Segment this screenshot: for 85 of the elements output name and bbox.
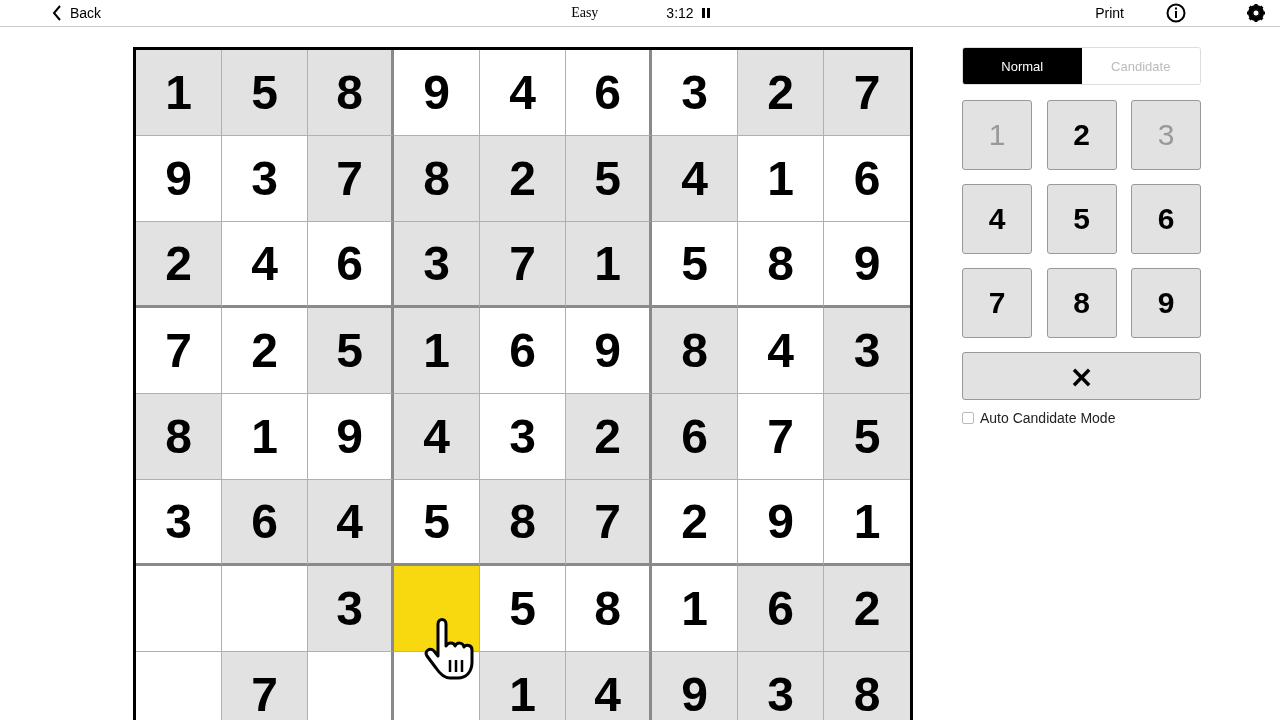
board-cell[interactable]: 4 [652, 136, 738, 222]
board-cell[interactable]: 8 [652, 308, 738, 394]
board-cell[interactable]: 7 [738, 394, 824, 480]
board-cell[interactable]: 2 [738, 50, 824, 136]
mode-tab[interactable]: Normal [963, 48, 1082, 84]
board-cell[interactable]: 9 [738, 480, 824, 566]
board-cell[interactable]: 8 [480, 480, 566, 566]
board-cell[interactable]: 4 [222, 222, 308, 308]
back-link[interactable]: Back [52, 5, 102, 21]
info-icon[interactable] [1166, 3, 1186, 23]
number-key[interactable]: 6 [1131, 184, 1201, 254]
difficulty-label: Easy [571, 5, 599, 21]
board-cell[interactable]: 5 [566, 136, 652, 222]
board-cell[interactable]: 5 [480, 566, 566, 652]
board-cell[interactable]: 2 [480, 136, 566, 222]
board-cell[interactable]: 5 [652, 222, 738, 308]
board-cell[interactable]: 3 [222, 136, 308, 222]
board-cell[interactable]: 8 [136, 394, 222, 480]
number-key[interactable]: 4 [962, 184, 1032, 254]
board-cell[interactable]: 3 [394, 222, 480, 308]
number-key[interactable]: 8 [1046, 268, 1117, 338]
number-key[interactable]: 9 [1131, 268, 1201, 338]
board-cell[interactable] [136, 566, 222, 652]
board-cell[interactable]: 7 [136, 308, 222, 394]
board-cell[interactable]: 1 [566, 222, 652, 308]
settings-icon[interactable] [1246, 3, 1266, 23]
board-cell[interactable]: 8 [738, 222, 824, 308]
checkbox-label: Auto Candidate Mode [980, 410, 1116, 426]
board-cell[interactable]: 7 [480, 222, 566, 308]
board-cell[interactable]: 9 [308, 394, 394, 480]
board-cell[interactable]: 3 [824, 308, 910, 394]
board-cell[interactable]: 7 [308, 136, 394, 222]
board-cell[interactable]: 3 [738, 652, 824, 720]
board-cell[interactable]: 6 [738, 566, 824, 652]
board-cell[interactable]: 1 [394, 308, 480, 394]
board-cell[interactable] [222, 566, 308, 652]
board-cell[interactable]: 9 [566, 308, 652, 394]
board-cell[interactable]: 3 [136, 480, 222, 566]
board-cell[interactable]: 9 [394, 50, 480, 136]
board-cell[interactable]: 6 [308, 222, 394, 308]
board-cell[interactable]: 3 [652, 50, 738, 136]
selected-cell[interactable] [394, 566, 480, 652]
erase-button[interactable]: × [962, 352, 1201, 400]
board-cell[interactable]: 8 [824, 652, 910, 720]
board-cell[interactable]: 5 [308, 308, 394, 394]
board-cell[interactable]: 8 [394, 136, 480, 222]
pause-icon[interactable] [701, 8, 710, 18]
board-cell[interactable]: 7 [222, 652, 308, 720]
board-cell[interactable]: 2 [136, 222, 222, 308]
board-cell[interactable]: 2 [566, 394, 652, 480]
board-cell[interactable]: 4 [308, 480, 394, 566]
board-cell[interactable]: 8 [308, 50, 394, 136]
board-cell[interactable]: 5 [222, 50, 308, 136]
board-cell[interactable]: 1 [652, 566, 738, 652]
board-cell[interactable]: 5 [394, 480, 480, 566]
board-cell[interactable]: 2 [824, 566, 910, 652]
number-key[interactable]: 2 [1046, 100, 1117, 170]
board-cell[interactable]: 4 [738, 308, 824, 394]
timer: 3:12 [666, 5, 694, 21]
board-cell[interactable]: 3 [480, 394, 566, 480]
board-cell[interactable]: 9 [652, 652, 738, 720]
board-cell[interactable]: 8 [566, 566, 652, 652]
board-cell[interactable]: 6 [480, 308, 566, 394]
board-cell[interactable]: 2 [222, 308, 308, 394]
board-cell[interactable]: 4 [394, 394, 480, 480]
board-cell[interactable]: 2 [652, 480, 738, 566]
board-cell[interactable]: 5 [824, 394, 910, 480]
board-cell[interactable]: 3 [308, 566, 394, 652]
number-key[interactable]: 5 [1046, 184, 1117, 254]
board-cell[interactable]: 6 [652, 394, 738, 480]
board-cell[interactable]: 1 [222, 394, 308, 480]
board-cell[interactable]: 1 [738, 136, 824, 222]
board-cell[interactable]: 9 [136, 136, 222, 222]
board-cell[interactable]: 1 [136, 50, 222, 136]
number-key[interactable]: 7 [962, 268, 1032, 338]
board-cell[interactable]: 6 [566, 50, 652, 136]
board-cell[interactable]: 7 [824, 50, 910, 136]
board-cell[interactable]: 4 [480, 50, 566, 136]
checkbox[interactable] [962, 412, 974, 424]
print-link[interactable]: Print [1095, 5, 1124, 21]
chevron-left-icon [52, 5, 62, 21]
board-cell[interactable]: 7 [566, 480, 652, 566]
board-cell[interactable]: 1 [480, 652, 566, 720]
board-cell[interactable]: 6 [222, 480, 308, 566]
board-cell[interactable]: 4 [566, 652, 652, 720]
